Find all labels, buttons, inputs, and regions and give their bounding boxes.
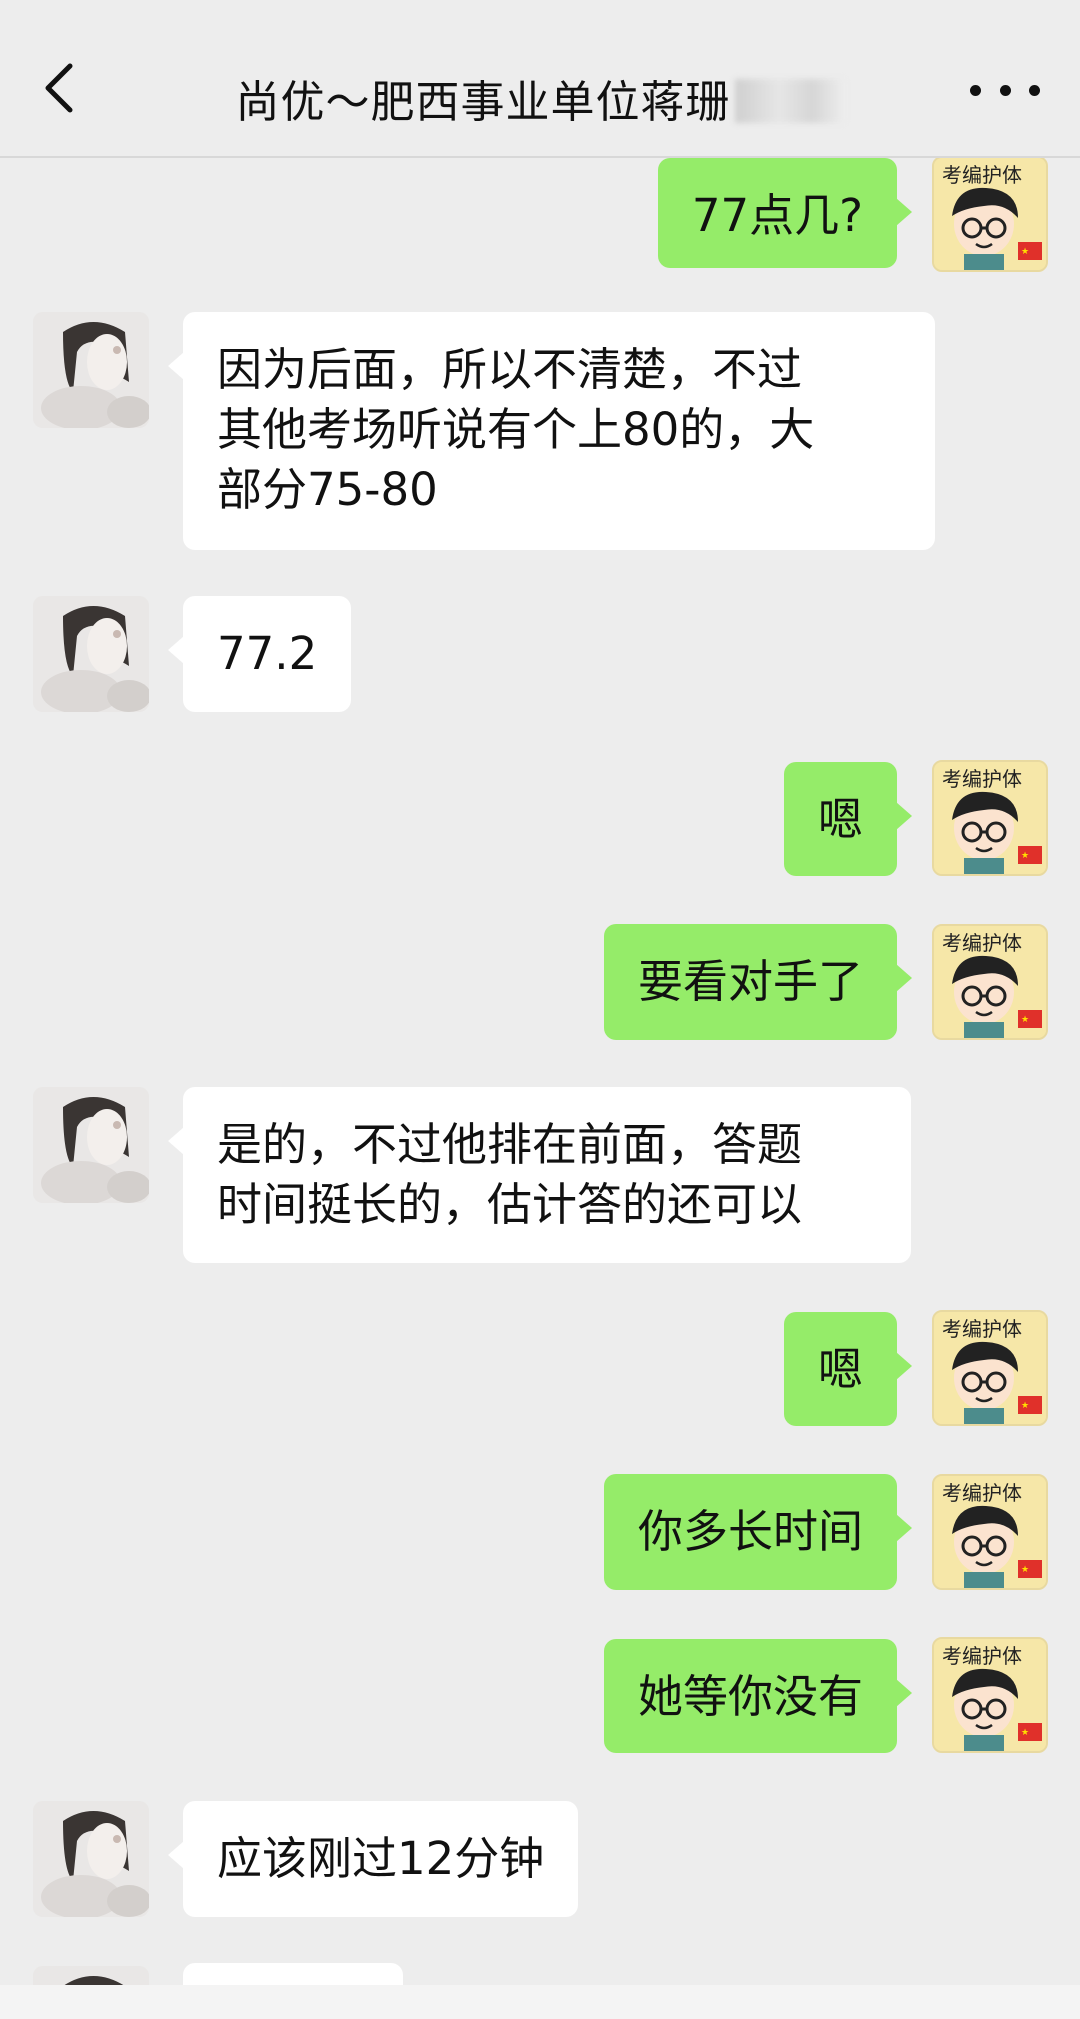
sent-message-bubble[interactable]: 她等你没有 <box>603 1639 913 1753</box>
my-avatar[interactable]: 考编护体 ★ <box>932 156 1048 272</box>
chat-title: 尚优～肥西事业单位蒋珊 <box>0 66 1080 130</box>
svg-text:考编护体: 考编护体 <box>942 163 1022 187</box>
my-avatar[interactable]: 考编护体 ★ <box>932 760 1048 876</box>
svg-text:★: ★ <box>1021 1565 1029 1575</box>
title-redaction <box>734 79 845 123</box>
my-avatar[interactable]: 考编护体 ★ <box>932 1310 1048 1426</box>
received-message-bubble[interactable]: 因为后面，所以不清楚，不过 其他考场听说有个上80的，大 部分75-80 <box>168 312 935 550</box>
kaobian-boy-sticker-avatar-icon: 考编护体 ★ <box>934 926 1046 1038</box>
svg-text:★: ★ <box>1021 1728 1029 1738</box>
more-options-button[interactable] <box>970 70 1040 110</box>
sent-message-bubble[interactable]: 嗯 <box>783 1312 913 1426</box>
more-dots-icon <box>970 84 981 96</box>
received-message-bubble[interactable]: 是的，不过他排在前面，答题 时间挺长的，估计答的还可以 <box>168 1087 911 1263</box>
kaobian-boy-sticker-avatar-icon: 考编护体 ★ <box>934 1312 1046 1424</box>
svg-text:考编护体: 考编护体 <box>942 1644 1022 1668</box>
svg-text:考编护体: 考编护体 <box>942 767 1022 791</box>
bottom-input-edge <box>0 1985 1080 2019</box>
my-avatar[interactable]: 考编护体 ★ <box>932 1637 1048 1753</box>
received-message-bubble[interactable]: 77.2 <box>167 596 352 712</box>
contact-avatar[interactable] <box>33 312 149 428</box>
svg-text:★: ★ <box>1021 247 1029 257</box>
received-message-bubble[interactable]: 应该刚过12分钟 <box>167 1801 579 1917</box>
female-cartoon-avatar-icon <box>33 312 149 428</box>
sent-message-bubble[interactable]: 嗯 <box>783 762 913 876</box>
kaobian-boy-sticker-avatar-icon: 考编护体 ★ <box>934 762 1046 874</box>
sent-message-bubble[interactable]: 要看对手了 <box>603 924 913 1040</box>
svg-text:★: ★ <box>1021 1401 1029 1411</box>
kaobian-boy-sticker-avatar-icon: 考编护体 ★ <box>934 1476 1046 1588</box>
contact-avatar[interactable] <box>33 1087 149 1203</box>
chat-screen: 尚优～肥西事业单位蒋珊 77点几? 考编护体 ★ 因为后面，所以不清楚，不过 其… <box>0 0 1080 2019</box>
female-cartoon-avatar-icon <box>33 596 149 712</box>
my-avatar[interactable]: 考编护体 ★ <box>932 1474 1048 1590</box>
my-avatar[interactable]: 考编护体 ★ <box>932 924 1048 1040</box>
more-dots-icon <box>1029 84 1040 96</box>
female-cartoon-avatar-icon <box>33 1801 149 1917</box>
contact-avatar[interactable] <box>33 596 149 712</box>
sent-message-bubble[interactable]: 77点几? <box>657 158 913 268</box>
sent-message-bubble[interactable]: 你多长时间 <box>603 1474 913 1590</box>
contact-avatar[interactable] <box>33 1801 149 1917</box>
more-dots-icon <box>999 84 1011 96</box>
svg-text:考编护体: 考编护体 <box>942 931 1022 955</box>
svg-text:考编护体: 考编护体 <box>942 1317 1022 1341</box>
female-cartoon-avatar-icon <box>33 1087 149 1203</box>
svg-text:★: ★ <box>1021 1015 1029 1025</box>
chat-title-text: 尚优～肥西事业单位蒋珊 <box>235 77 731 128</box>
kaobian-boy-sticker-avatar-icon: 考编护体 ★ <box>934 158 1046 270</box>
chat-header: 尚优～肥西事业单位蒋珊 <box>0 0 1080 158</box>
svg-text:★: ★ <box>1021 851 1029 861</box>
svg-text:考编护体: 考编护体 <box>942 1481 1022 1505</box>
kaobian-boy-sticker-avatar-icon: 考编护体 ★ <box>934 1639 1046 1751</box>
